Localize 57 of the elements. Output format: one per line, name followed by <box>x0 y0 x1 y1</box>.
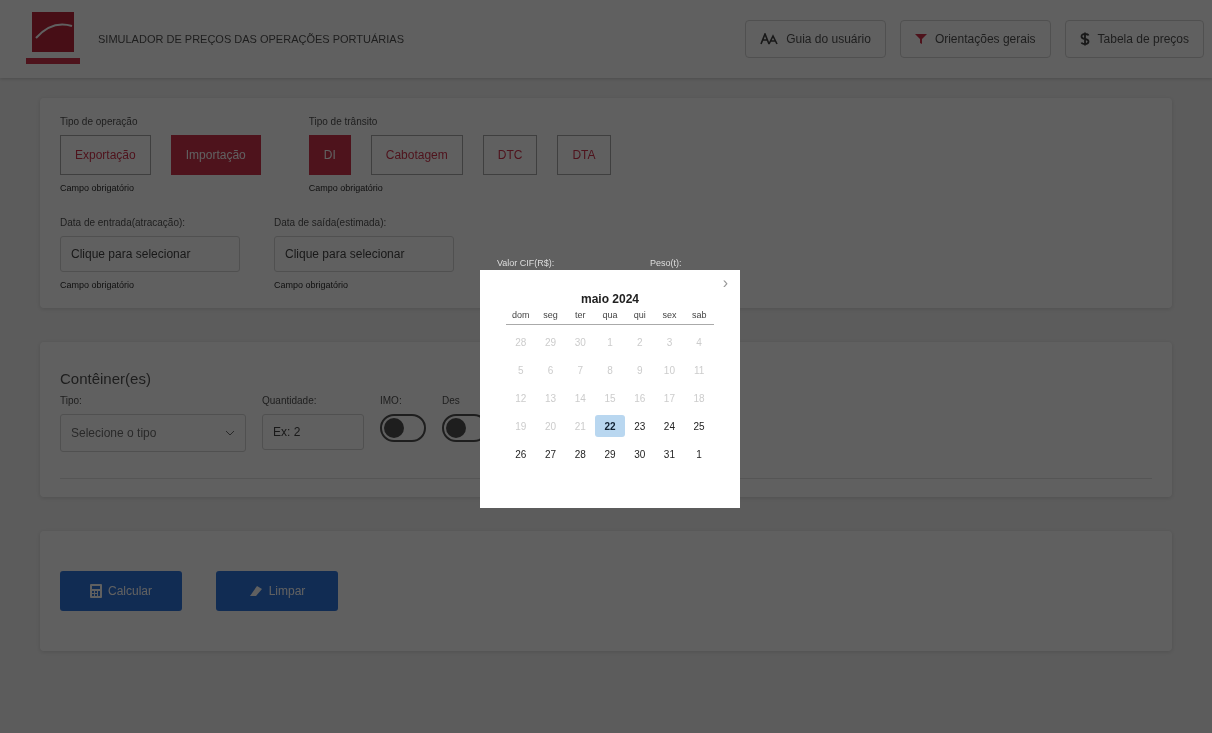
calendar-day[interactable]: 1 <box>684 443 714 465</box>
field-label: Quantidade: <box>262 395 318 406</box>
calendar-day[interactable]: 28 <box>565 443 596 465</box>
calendar-day[interactable]: 27 <box>535 443 566 465</box>
hint-text: Campo obrigatório <box>274 280 350 290</box>
field-label: Peso(t): <box>650 258 682 268</box>
weekday-label: sex <box>661 310 678 320</box>
app-title: SIMULADOR DE PREÇOS DAS OPERAÇÕES PORTUÁRIAS <box>98 33 406 45</box>
month-title: maio 2024 <box>579 292 640 306</box>
weekday-label: qua <box>601 310 619 320</box>
quantity-field[interactable]: Ex: 2 <box>262 414 364 450</box>
field-label: Data de saída(estimada): <box>274 217 388 228</box>
action-button[interactable]: Limpar <box>216 571 338 611</box>
field-label: Tipo de trânsito <box>308 116 379 127</box>
chevron-down-icon <box>225 430 235 436</box>
field-label: Valor CIF(R$): <box>497 258 555 268</box>
header-button[interactable]: Orientações gerais <box>899 20 1051 58</box>
calculator-icon <box>90 584 102 598</box>
next-month-button[interactable]: › <box>722 274 728 292</box>
filter-icon <box>914 33 927 45</box>
hint-text: Campo obrigatório <box>308 183 384 193</box>
option-button[interactable]: DI <box>308 135 351 175</box>
weekday-label: qui <box>632 310 647 320</box>
weekday-label: seg <box>542 310 559 320</box>
section-title: Contêiner(es) <box>60 370 151 387</box>
field-label: Des <box>442 395 461 406</box>
calendar-day[interactable]: 23 <box>624 415 655 437</box>
header-button[interactable]: Tabela de preços <box>1064 20 1204 58</box>
weekday-label: dom <box>511 310 531 320</box>
calendar-day[interactable]: 22 <box>595 415 625 437</box>
option-button[interactable]: Exportação <box>60 135 151 175</box>
field-label: Tipo: <box>60 395 83 406</box>
date-field[interactable]: Clique para selecionar <box>60 236 240 272</box>
calendar-day[interactable]: 29 <box>595 443 625 465</box>
field-label: IMO: <box>380 395 403 406</box>
option-button[interactable]: DTC <box>482 135 538 175</box>
toggle-switch[interactable] <box>380 414 426 442</box>
header-button[interactable]: Guia do usuário <box>745 20 886 58</box>
option-button[interactable]: Cabotagem <box>370 135 463 175</box>
field-label: Data de entrada(atracação): <box>60 217 187 228</box>
option-button[interactable]: Importação <box>170 135 261 175</box>
weekday-label: ter <box>574 310 587 320</box>
action-button[interactable]: Calcular <box>60 571 182 611</box>
field-label: Tipo de operação <box>60 116 139 127</box>
weekday-label: sab <box>690 310 708 320</box>
calendar-day[interactable]: 24 <box>654 415 685 437</box>
eraser-icon <box>248 585 263 597</box>
hint-text: Campo obrigatório <box>60 183 136 193</box>
calendar-day[interactable]: 31 <box>654 443 685 465</box>
option-button[interactable]: DTA <box>557 135 611 175</box>
calendar-day[interactable]: 25 <box>684 415 714 437</box>
calendar-day[interactable]: 26 <box>506 443 536 465</box>
date-field[interactable]: Clique para selecionar <box>274 236 454 272</box>
dollar-icon <box>1079 32 1090 46</box>
text-size-icon <box>760 33 779 45</box>
calendar-day[interactable]: 30 <box>624 443 655 465</box>
hint-text: Campo obrigatório <box>60 280 136 290</box>
